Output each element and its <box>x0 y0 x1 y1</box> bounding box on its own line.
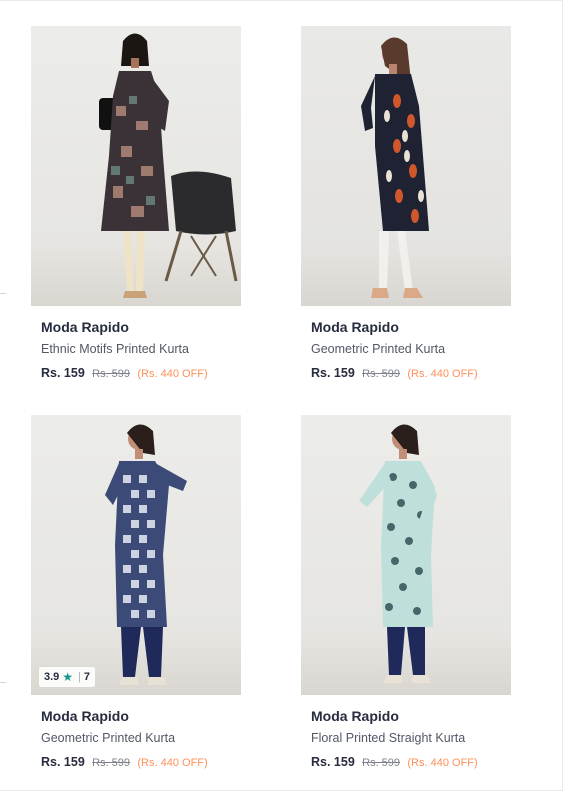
product-image[interactable] <box>31 26 241 306</box>
product-name: Geometric Printed Kurta <box>311 342 446 356</box>
product-name: Floral Printed Straight Kurta <box>311 731 466 745</box>
discount-label: (Rs. 440 OFF) <box>407 368 478 380</box>
brand-name: Moda Rapido <box>311 319 399 335</box>
divider-tick <box>0 682 6 683</box>
product-image[interactable] <box>301 415 511 695</box>
product-card[interactable]: 3.9 ★ | 7 Moda Rapido Geometric Printed … <box>31 415 241 771</box>
rating-value: 3.9 <box>44 671 60 683</box>
original-price: Rs. 599 <box>362 368 401 380</box>
divider-tick <box>0 293 6 294</box>
rating-separator: | <box>78 671 81 683</box>
rating-count: 7 <box>83 671 91 683</box>
price-row: Rs. 159 Rs. 599 (Rs. 440 OFF) <box>311 365 511 382</box>
product-name: Geometric Printed Kurta <box>41 731 176 745</box>
product-image[interactable]: 3.9 ★ | 7 <box>31 415 241 695</box>
discount-label: (Rs. 440 OFF) <box>137 757 208 769</box>
price-row: Rs. 159 Rs. 599 (Rs. 440 OFF) <box>41 365 241 382</box>
product-name: Ethnic Motifs Printed Kurta <box>41 342 189 356</box>
price-row: Rs. 159 Rs. 599 (Rs. 440 OFF) <box>41 754 241 771</box>
brand-name: Moda Rapido <box>41 319 129 335</box>
price: Rs. 159 <box>311 366 355 380</box>
product-card[interactable]: Moda Rapido Geometric Printed Kurta Rs. … <box>301 26 511 382</box>
price: Rs. 159 <box>41 366 85 380</box>
product-card[interactable]: Moda Rapido Ethnic Motifs Printed Kurta … <box>31 26 241 382</box>
price: Rs. 159 <box>41 755 85 769</box>
star-icon: ★ <box>62 670 74 684</box>
discount-label: (Rs. 440 OFF) <box>407 757 478 769</box>
price: Rs. 159 <box>311 755 355 769</box>
brand-name: Moda Rapido <box>41 708 129 724</box>
discount-label: (Rs. 440 OFF) <box>137 368 208 380</box>
original-price: Rs. 599 <box>92 757 131 769</box>
product-card[interactable]: Moda Rapido Floral Printed Straight Kurt… <box>301 415 511 771</box>
original-price: Rs. 599 <box>92 368 131 380</box>
original-price: Rs. 599 <box>362 757 401 769</box>
frame-border <box>0 0 563 1</box>
price-row: Rs. 159 Rs. 599 (Rs. 440 OFF) <box>311 754 511 771</box>
product-image[interactable] <box>301 26 511 306</box>
brand-name: Moda Rapido <box>311 708 399 724</box>
rating-badge: 3.9 ★ | 7 <box>39 667 96 687</box>
